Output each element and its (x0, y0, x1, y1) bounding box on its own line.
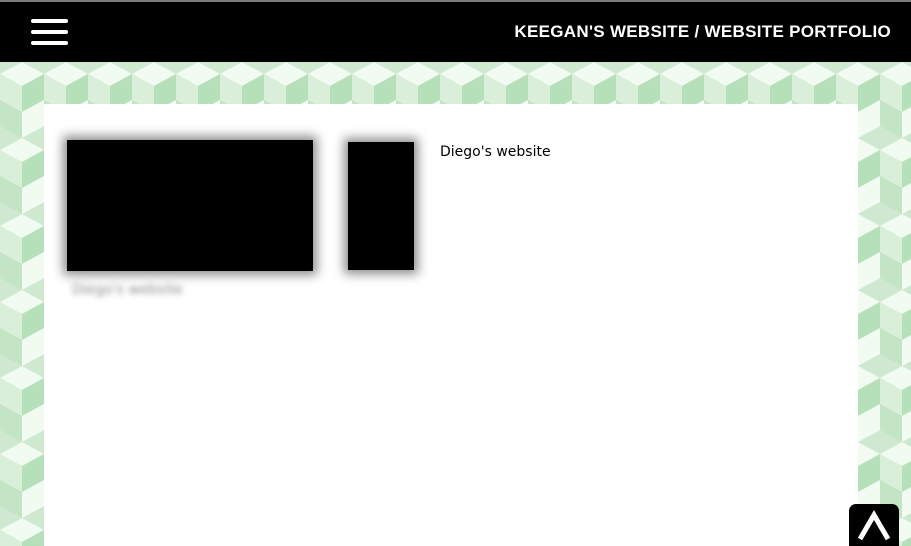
hamburger-menu-icon[interactable] (31, 18, 69, 48)
menu-line (31, 30, 68, 34)
thumbnail-caption[interactable]: Diego's website (72, 282, 183, 298)
top-navigation-bar: KEEGAN'S WEBSITE / WEBSITE PORTFOLIO (0, 0, 911, 62)
menu-line (31, 41, 68, 45)
chevron-up-icon (857, 510, 891, 541)
website-thumbnail-large[interactable] (67, 140, 313, 271)
site-title: KEEGAN'S WEBSITE / WEBSITE PORTFOLIO (514, 22, 891, 41)
portfolio-content-panel: Diego's website Diego's website (44, 104, 858, 546)
menu-line (31, 19, 68, 23)
back-to-top-button[interactable] (849, 504, 899, 546)
website-thumbnail-small[interactable] (348, 142, 414, 270)
website-link[interactable]: Diego's website (440, 144, 551, 160)
